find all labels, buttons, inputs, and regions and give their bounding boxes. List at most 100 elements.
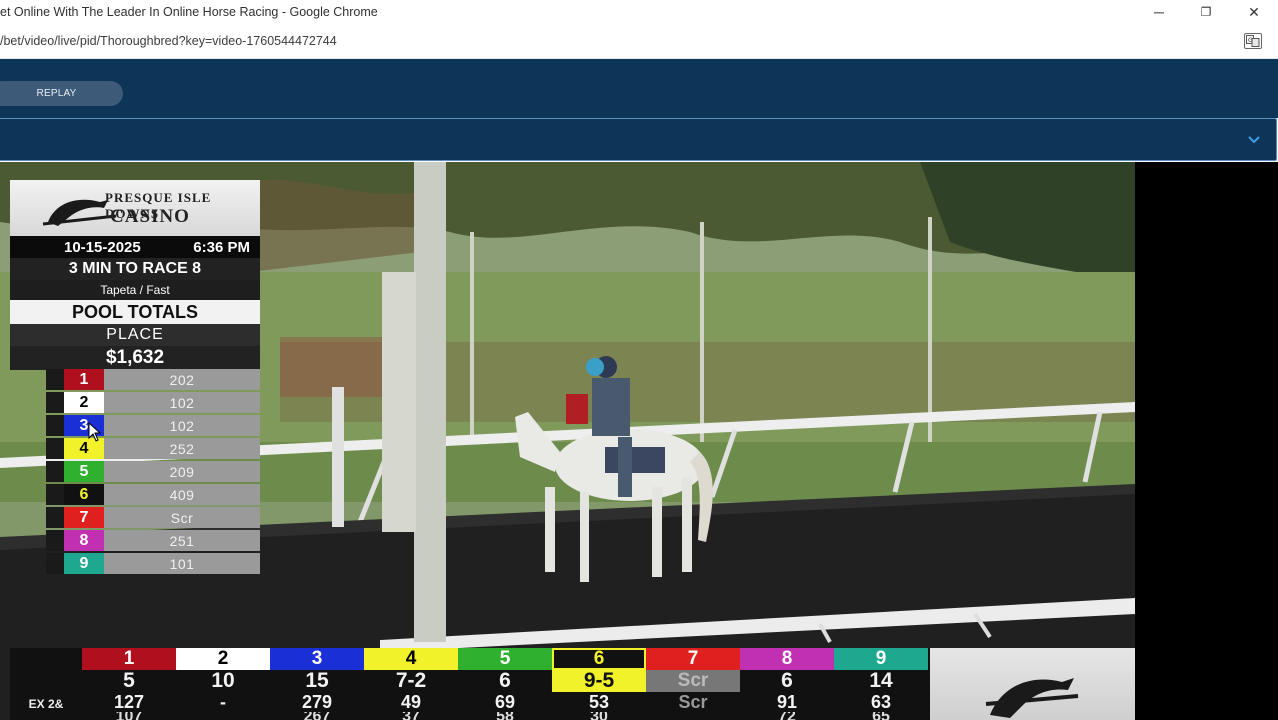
exacta-probable-next: 267 xyxy=(270,712,364,720)
program-number: 5 xyxy=(458,648,552,670)
morning-line-odds: 14 xyxy=(834,669,928,692)
pool-entry: 6 409 xyxy=(46,484,260,505)
pool-amount: 252 xyxy=(104,438,260,459)
odds-column: 7 Scr Scr xyxy=(646,648,740,720)
exacta-probable-next: 107 xyxy=(82,712,176,720)
morning-line-odds: 15 xyxy=(270,669,364,692)
pool-amount: Scr xyxy=(104,507,260,528)
exacta-probable-next: 65 xyxy=(834,712,928,720)
exacta-probable-next xyxy=(176,712,270,720)
titlebar: et Online With The Leader In Online Hors… xyxy=(0,0,1278,24)
pool-entry: 1 202 xyxy=(46,369,260,390)
track-name-line2: CASINO xyxy=(110,206,190,227)
pool-amount: 209 xyxy=(104,461,260,482)
translate-glyph-icon: G xyxy=(1246,35,1260,47)
morning-line-odds: Scr xyxy=(646,670,740,692)
odds-column: 2 10 - xyxy=(176,648,270,720)
race-date: 10-15-2025 xyxy=(64,238,141,256)
exacta-probable: 49 xyxy=(400,691,422,712)
pool-amount: 102 xyxy=(104,392,260,413)
pool-amount: 251 xyxy=(104,530,260,551)
program-number: 8 xyxy=(740,648,834,670)
pool-entry: 4 252 xyxy=(46,438,260,459)
program-number: 1 xyxy=(64,369,104,390)
exacta-probable-next: 30 xyxy=(552,712,646,720)
program-number: 6 xyxy=(64,484,104,505)
window-title: et Online With The Leader In Online Hors… xyxy=(0,5,378,19)
pool-amount: 101 xyxy=(104,553,260,574)
exacta-probable-next: 37 xyxy=(364,712,458,720)
odds-column: 4 7-2 49 37 xyxy=(364,648,458,720)
odds-column: 3 15 279 267 xyxy=(270,648,364,720)
pool-type: PLACE xyxy=(10,324,260,346)
morning-line-odds: 6 xyxy=(740,669,834,692)
morning-line-odds: 6 xyxy=(458,669,552,692)
program-number: 9 xyxy=(834,648,928,670)
odds-column: 9 14 63 65 xyxy=(834,648,928,720)
odds-column: 8 6 91 72 xyxy=(740,648,834,720)
url-text[interactable]: /bet/video/live/pid/Thoroughbred?key=vid… xyxy=(0,34,337,48)
pool-entry: 7 Scr xyxy=(46,507,260,528)
svg-text:G: G xyxy=(1248,37,1253,44)
program-number: 1 xyxy=(82,648,176,670)
exacta-probable: 53 xyxy=(588,691,610,712)
pool-entry: 3 102 xyxy=(46,415,260,436)
odds-board: 1 5 127 107 2 10 - 3 15 279 267 4 7-2 49… xyxy=(10,648,930,720)
pool-entry: 2 102 xyxy=(46,392,260,413)
program-number: 8 xyxy=(64,530,104,551)
odds-column: 1 5 127 107 xyxy=(82,648,176,720)
pool-amount: 409 xyxy=(104,484,260,505)
exacta-probable-next: 58 xyxy=(458,712,552,720)
restore-button[interactable]: ❐ xyxy=(1183,0,1229,24)
program-number: 4 xyxy=(364,648,458,670)
program-number: 2 xyxy=(176,648,270,670)
odds-column: 5 6 69 58 xyxy=(458,648,552,720)
exacta-probable: Scr xyxy=(678,691,708,712)
race-selector[interactable] xyxy=(0,118,1277,161)
morning-line-odds: 7-2 xyxy=(364,669,458,692)
pool-title: POOL TOTALS xyxy=(10,300,260,324)
morning-line-odds: 5 xyxy=(82,669,176,692)
program-number: 7 xyxy=(646,648,740,670)
video-letterbox xyxy=(1135,162,1278,720)
pool-total: $1,632 xyxy=(10,346,260,370)
browser-window: et Online With The Leader In Online Hors… xyxy=(0,0,1278,720)
exacta-probable: 91 xyxy=(776,691,798,712)
odds-column: 6 9-5 53 30 xyxy=(552,648,646,720)
exacta-probable: 69 xyxy=(494,691,516,712)
pool-amount: 102 xyxy=(104,415,260,436)
address-bar[interactable]: /bet/video/live/pid/Thoroughbred?key=vid… xyxy=(0,24,1278,59)
app-header: REPLAY xyxy=(0,59,1278,118)
program-number: 2 xyxy=(64,392,104,413)
exacta-probable: 63 xyxy=(870,691,892,712)
program-number: 9 xyxy=(64,553,104,574)
race-time: 6:36 PM xyxy=(193,238,250,256)
program-number: 7 xyxy=(64,507,104,528)
exacta-probable-next: 72 xyxy=(740,712,834,720)
pool-totals-panel: 10-15-2025 6:36 PM 3 MIN TO RACE 8 Tapet… xyxy=(10,236,260,370)
horse-head-logo-icon xyxy=(985,678,1079,718)
replay-button[interactable]: REPLAY xyxy=(0,81,123,106)
exacta-probable: 127 xyxy=(113,691,145,712)
minimize-button[interactable]: ─ xyxy=(1136,0,1182,24)
pool-entry: 8 251 xyxy=(46,530,260,551)
program-number: 5 xyxy=(64,461,104,482)
exacta-probable: 279 xyxy=(301,691,333,712)
race-datetime: 10-15-2025 6:36 PM xyxy=(10,236,260,258)
translate-icon[interactable]: G xyxy=(1244,33,1262,49)
track-logo: PRESQUE ISLE DOWNS CASINO xyxy=(10,180,260,236)
morning-line-odds: 10 xyxy=(176,669,270,692)
track-surface: Tapeta / Fast xyxy=(10,280,260,300)
close-button[interactable]: ✕ xyxy=(1231,0,1277,24)
mouse-cursor-icon xyxy=(88,422,102,442)
chevron-down-icon[interactable] xyxy=(1246,131,1262,147)
exacta-probable: - xyxy=(220,691,226,712)
program-number: 3 xyxy=(270,648,364,670)
morning-line-odds: 9-5 xyxy=(552,669,646,692)
pool-entry: 5 209 xyxy=(46,461,260,482)
exacta-label: EX 2& xyxy=(28,697,64,711)
program-number: 6 xyxy=(552,648,646,670)
minutes-to-post: 3 MIN TO RACE 8 xyxy=(10,258,260,280)
exacta-probable-next xyxy=(646,712,740,720)
pool-amount: 202 xyxy=(104,369,260,390)
